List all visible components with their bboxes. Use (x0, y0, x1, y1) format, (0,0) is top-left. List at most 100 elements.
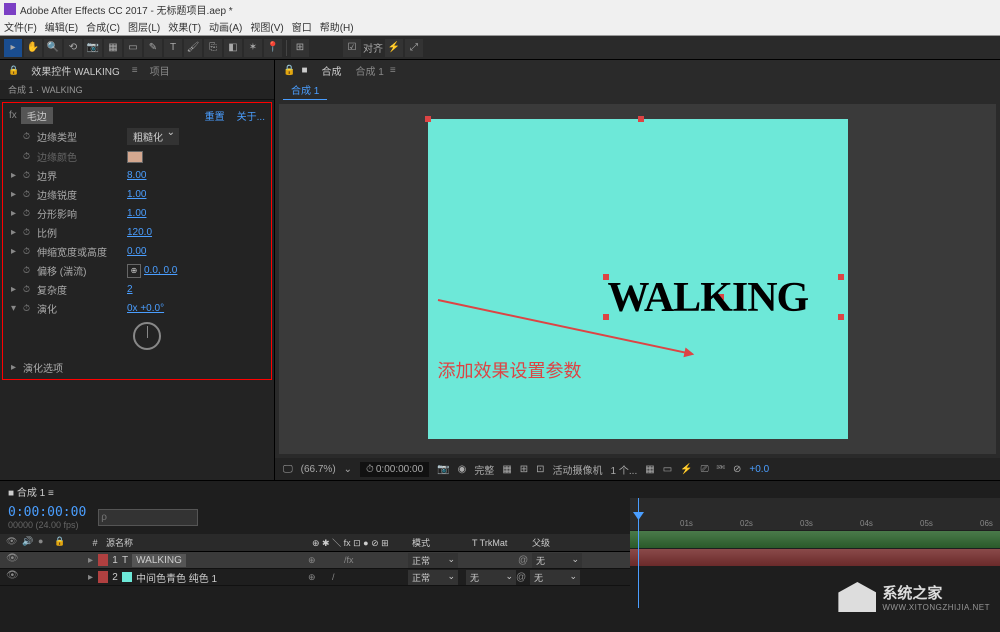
menu-animation[interactable]: 动画(A) (209, 19, 242, 34)
pan-behind-tool[interactable]: ▦ (104, 39, 122, 57)
canvas[interactable]: WALKING 添加效果设置参数 (428, 119, 848, 439)
stopwatch-icon[interactable]: ⏱ (23, 265, 37, 276)
guides-icon[interactable]: ⊡ (536, 464, 544, 475)
crosshair-icon[interactable]: ⊕ (127, 264, 141, 278)
camera-dropdown[interactable]: 活动摄像机 (553, 462, 603, 477)
video-toggle-icon[interactable]: 👁 (6, 536, 20, 550)
channel-icon[interactable]: ◉ (458, 464, 467, 475)
expand-arrow-icon[interactable]: ▸ (11, 246, 23, 257)
expand-arrow-icon[interactable]: ▸ (11, 170, 23, 181)
zoom-dropdown[interactable]: (66.7%) (301, 464, 336, 475)
layer-track-2[interactable] (630, 549, 1000, 566)
text-tool[interactable]: T (164, 39, 182, 57)
prop-border-value[interactable]: 8.00 (127, 170, 146, 181)
timecode-display[interactable]: ⏱ 0:00:00:00 (360, 462, 429, 477)
prop-stretch-value[interactable]: 0.00 (127, 246, 146, 257)
snap-opt2-icon[interactable]: ⤢ (405, 39, 423, 57)
stopwatch-icon[interactable]: ⏱ (23, 170, 37, 181)
angle-dial[interactable] (133, 322, 161, 350)
expand-arrow-icon[interactable]: ▸ (11, 208, 23, 219)
pixel-aspect-icon[interactable]: ▭ (663, 464, 672, 475)
menu-layer[interactable]: 图层(L) (128, 19, 160, 34)
trkmat-dropdown[interactable]: 无 (466, 570, 516, 585)
transform-handle[interactable] (638, 116, 644, 122)
res-dropdown[interactable]: ⌄ (344, 464, 352, 475)
comp-tab-label[interactable]: 合成 (314, 61, 350, 80)
prop-offset-value[interactable]: 0.0, 0.0 (144, 265, 177, 276)
expand-arrow-icon[interactable]: ▸ (88, 555, 98, 566)
zoom-tool[interactable]: 🔍 (44, 39, 62, 57)
panel-lock-icon[interactable]: 🔒 (8, 65, 19, 76)
expand-arrow-icon[interactable]: ▸ (11, 227, 23, 238)
snap-checkbox[interactable]: ☑ (343, 39, 361, 57)
effect-name[interactable]: 毛边 (21, 107, 53, 124)
stopwatch-icon[interactable]: ⏱ (23, 284, 37, 295)
rect-tool[interactable]: ▭ (124, 39, 142, 57)
menu-help[interactable]: 帮助(H) (320, 19, 354, 34)
menu-file[interactable]: 文件(F) (4, 19, 37, 34)
fx-enable-icon[interactable]: fx (9, 110, 17, 121)
expand-arrow-icon[interactable]: ▸ (11, 284, 23, 295)
current-time[interactable]: 0:00:00:00 (8, 505, 86, 520)
canvas-text[interactable]: WALKING (608, 274, 809, 322)
snap-opt-icon[interactable]: ⚡ (385, 39, 403, 57)
layer-name-text[interactable]: 中间色青色 纯色 1 (136, 570, 217, 585)
layer-color-label[interactable] (98, 554, 108, 566)
layer-track-1[interactable] (630, 531, 1000, 548)
comp-sub-tab[interactable]: 合成 1 (283, 80, 327, 100)
roto-tool[interactable]: ✶ (244, 39, 262, 57)
expand-arrow-icon[interactable]: ▸ (88, 572, 98, 583)
tab-effect-controls[interactable]: 效果控件 WALKING (31, 63, 120, 78)
tab-project[interactable]: 项目 (150, 63, 170, 78)
panel-menu-icon[interactable]: ≡ (132, 65, 138, 76)
video-visible-icon[interactable]: 👁 (6, 553, 20, 567)
prop-evolution-value[interactable]: 0x +0.0° (127, 303, 164, 314)
stopwatch-icon[interactable]: ⏱ (23, 189, 37, 200)
parent-dropdown[interactable]: 无 (532, 553, 582, 568)
brush-tool[interactable]: 🖌 (184, 39, 202, 57)
layer-name-text[interactable]: WALKING (132, 554, 186, 567)
stopwatch-icon[interactable]: ⏱ (23, 131, 37, 142)
col-source-name[interactable]: 源名称 (102, 536, 312, 549)
orbit-tool[interactable]: ⟲ (64, 39, 82, 57)
stopwatch-icon[interactable]: ⏱ (23, 227, 37, 238)
prop-sharpness-value[interactable]: 1.00 (127, 189, 146, 200)
stopwatch-icon[interactable]: ⏱ (23, 246, 37, 257)
solo-toggle-icon[interactable]: ● (38, 536, 52, 550)
pickwhip-icon[interactable]: @ (516, 572, 530, 583)
snapshot-icon[interactable]: 📷 (437, 464, 449, 475)
fast-preview-icon[interactable]: ⚡ (680, 464, 692, 475)
effect-about-link[interactable]: 关于... (237, 108, 265, 123)
transform-handle[interactable] (838, 274, 844, 280)
roi-icon[interactable]: ▦ (502, 464, 511, 475)
menu-composition[interactable]: 合成(C) (86, 19, 120, 34)
reset-exposure-icon[interactable]: ⊘ (733, 464, 741, 475)
menu-window[interactable]: 窗口 (292, 19, 312, 34)
expand-arrow-icon[interactable]: ▸ (11, 189, 23, 200)
views-dropdown[interactable]: 1 个... (611, 462, 638, 477)
view-opt-icon[interactable]: ▦ (645, 464, 654, 475)
effect-reset-link[interactable]: 重置 (205, 108, 225, 123)
menu-view[interactable]: 视图(V) (250, 19, 283, 34)
hand-tool[interactable]: ✋ (24, 39, 42, 57)
blend-mode-dropdown[interactable]: 正常 (408, 570, 458, 585)
audio-toggle-icon[interactable]: 🔊 (22, 536, 36, 550)
clone-tool[interactable]: ⎘ (204, 39, 222, 57)
video-visible-icon[interactable]: 👁 (6, 570, 20, 584)
stopwatch-icon[interactable]: ⏱ (23, 303, 37, 314)
grid-icon[interactable]: ⊞ (520, 464, 528, 475)
stopwatch-icon[interactable]: ⏱ (23, 208, 37, 219)
transform-handle[interactable] (425, 116, 431, 122)
timeline-tab[interactable]: ■ 合成 1 ≡ (8, 484, 54, 499)
prop-edge-color-swatch[interactable] (127, 151, 143, 163)
panel-menu-icon[interactable]: ≡ (390, 65, 396, 76)
resolution-dropdown[interactable]: 完整 (474, 462, 494, 477)
prop-edge-type-dropdown[interactable]: 粗糙化 (127, 128, 179, 145)
prop-scale-value[interactable]: 120.0 (127, 227, 152, 238)
camera-tool[interactable]: 📷 (84, 39, 102, 57)
exposure-value[interactable]: +0.0 (749, 464, 769, 475)
local-axis-icon[interactable]: ⊞ (291, 39, 309, 57)
selection-tool[interactable]: ▸ (4, 39, 22, 57)
search-input[interactable] (98, 509, 198, 526)
menu-effect[interactable]: 效果(T) (168, 19, 201, 34)
